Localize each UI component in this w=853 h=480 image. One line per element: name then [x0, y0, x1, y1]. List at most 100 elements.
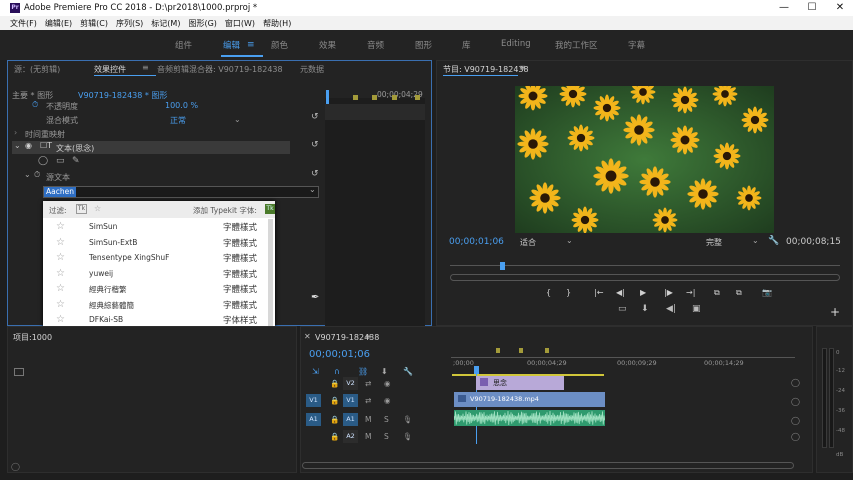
favorite-star-icon[interactable]: ☆ [56, 283, 65, 294]
project-footer-icon[interactable]: ◯ [11, 462, 20, 471]
track-lock-icon[interactable]: 🔒 [330, 379, 339, 388]
favorite-star-icon[interactable]: ☆ [56, 299, 65, 310]
comparison-view-icon[interactable]: ◀| [666, 304, 676, 314]
menu-clip[interactable]: 剪辑(C) [80, 18, 108, 29]
favorite-star-icon[interactable]: ☆ [56, 252, 65, 263]
wrench-icon[interactable]: 🔧 [768, 236, 779, 246]
favorite-star-icon[interactable]: ☆ [56, 221, 65, 232]
menu-edit[interactable]: 编辑(E) [45, 18, 72, 29]
timeline-marker-3[interactable] [545, 348, 549, 353]
eyedropper-icon[interactable]: ✒ [311, 292, 319, 303]
timeline-playhead[interactable] [474, 366, 479, 374]
menu-marker[interactable]: 标记(M) [151, 18, 180, 29]
track-lock-icon[interactable]: 🔒 [330, 432, 339, 441]
project-tab[interactable]: 项目:1000 [13, 332, 52, 343]
program-scrub-bar[interactable] [450, 265, 840, 266]
favorite-star-icon[interactable]: ☆ [56, 237, 65, 248]
menu-graphics[interactable]: 图形(G) [188, 18, 216, 29]
timeline-zoom-bar[interactable] [302, 462, 794, 469]
sequence-menu-icon[interactable]: ≡ [365, 332, 372, 341]
sync-lock-icon[interactable]: ⇄ [365, 379, 371, 388]
safe-margins-icon[interactable]: ▭ [618, 304, 627, 314]
stopwatch-icon[interactable]: ⏱ [32, 100, 38, 110]
panel-menu-icon[interactable]: ≡ [142, 63, 149, 72]
program-monitor-title[interactable]: 节目: V90719-182438 [443, 64, 529, 75]
tk-filter-icon[interactable]: Tk [76, 204, 87, 214]
voiceover-record-icon[interactable]: 🎙 [403, 432, 413, 441]
step-back-icon[interactable]: ◀| [616, 288, 625, 297]
favorites-filter-icon[interactable]: ☆ [94, 204, 101, 213]
opacity-value[interactable]: 100.0 % [165, 101, 198, 110]
pen-mask-icon[interactable]: ✎ [72, 156, 80, 166]
workspace-tab-editing-custom[interactable]: Editing [501, 39, 531, 49]
solo-button[interactable]: S [384, 432, 389, 441]
track-target-a1[interactable]: A1 [343, 413, 358, 426]
font-list-item[interactable]: ☆ SimSun-ExtB 字體樣式 [43, 235, 275, 251]
ellipse-mask-icon[interactable]: ◯ [38, 156, 48, 166]
text-layer-row[interactable] [12, 141, 290, 154]
marker-icon[interactable]: ⬇ [641, 304, 649, 314]
menu-sequence[interactable]: 序列(S) [116, 18, 143, 29]
track-target-v2[interactable]: V2 [343, 377, 358, 390]
track-visibility-icon[interactable]: ◉ [384, 379, 391, 388]
sync-lock-icon[interactable]: ⇄ [365, 396, 371, 405]
video-clip[interactable]: V90719-182438.mp4 [454, 392, 605, 407]
expand-arrow-icon[interactable]: › [14, 128, 17, 137]
go-to-out-icon[interactable]: →| [686, 288, 695, 297]
workspace-tab-audio[interactable]: 音频 [367, 39, 384, 51]
multicam-icon[interactable]: ▣ [692, 304, 701, 314]
track-target-a2[interactable]: A2 [343, 430, 358, 443]
timeline-timecode[interactable]: 00;00;01;06 [309, 349, 370, 360]
track-lock-icon[interactable]: 🔒 [330, 396, 339, 405]
font-list-item[interactable]: ☆ Tensentype XingShuF 字體樣式 [43, 250, 275, 266]
typekit-icon[interactable]: Tk [265, 204, 275, 214]
menu-window[interactable]: 窗口(W) [225, 18, 255, 29]
overwrite-icon[interactable]: ⧉ [736, 288, 742, 298]
fit-zoom-select[interactable]: 适合 [520, 237, 536, 248]
program-playhead[interactable] [500, 262, 505, 270]
source-text-stopwatch-icon[interactable]: ⏱ [34, 170, 40, 180]
mark-out-icon[interactable]: } [566, 288, 571, 297]
export-frame-icon[interactable]: 📷 [762, 288, 772, 297]
add-button-icon[interactable]: + [830, 305, 840, 319]
font-list-item[interactable]: ☆ SimSun 字體樣式 [43, 219, 275, 235]
workspace-tab-color[interactable]: 颜色 [271, 39, 288, 51]
font-list-item[interactable]: ☆ 經典綜藝體簡 字體樣式 [43, 297, 275, 313]
mark-in-icon[interactable]: { [546, 288, 551, 297]
favorite-star-icon[interactable]: ☆ [56, 314, 65, 325]
tab-audio-clip-mixer[interactable]: 音频剪辑混合器: V90719-182438 [157, 64, 283, 75]
maximize-button[interactable]: ☐ [798, 0, 826, 16]
workspace-tab-editing[interactable]: 编辑 [223, 39, 240, 51]
timeline-scroll-knob-3[interactable]: ◯ [791, 416, 800, 425]
program-video-frame[interactable] [515, 86, 774, 233]
reset-source-text-icon[interactable]: ↺ [311, 169, 319, 179]
workspace-tab-captions[interactable]: 字幕 [628, 39, 645, 51]
reset-text-layer-icon[interactable]: ↺ [311, 140, 319, 150]
font-dropdown-chevron-icon[interactable]: ⌄ [309, 185, 316, 194]
new-bin-icon[interactable] [14, 368, 24, 376]
mini-playhead[interactable] [326, 90, 329, 104]
tab-source[interactable]: 源：(无剪辑) [14, 64, 60, 75]
mute-button[interactable]: M [365, 432, 371, 441]
workspace-tab-graphics[interactable]: 图形 [415, 39, 432, 51]
timeline-ruler[interactable] [451, 357, 795, 358]
go-to-in-icon[interactable]: |← [594, 288, 603, 297]
tab-effect-controls[interactable]: 效果控件 [94, 64, 126, 75]
minimize-button[interactable]: — [770, 0, 798, 16]
fit-chevron-icon[interactable]: ⌄ [566, 236, 573, 245]
insert-icon[interactable]: ⧉ [714, 288, 720, 298]
workspace-menu-icon[interactable]: ≡ [247, 40, 255, 50]
close-button[interactable]: ✕ [826, 0, 853, 16]
rectangle-mask-icon[interactable]: ▭ [56, 156, 65, 166]
track-visibility-icon[interactable]: ◉ [384, 396, 391, 405]
font-select-field[interactable] [43, 186, 319, 198]
font-field-value[interactable]: Aachen [44, 187, 76, 197]
playback-resolution-select[interactable]: 完整 [706, 237, 722, 248]
title-clip[interactable]: 思念 [476, 376, 564, 390]
track-target-v1[interactable]: V1 [343, 394, 358, 407]
play-icon[interactable]: ▶ [640, 288, 646, 297]
step-forward-icon[interactable]: |▶ [664, 288, 673, 297]
workspace-tab-my-workspace[interactable]: 我的工作区 [555, 39, 598, 51]
timeline-scroll-knob-2[interactable]: ◯ [791, 397, 800, 406]
program-current-timecode[interactable]: 00;00;01;06 [449, 237, 504, 247]
